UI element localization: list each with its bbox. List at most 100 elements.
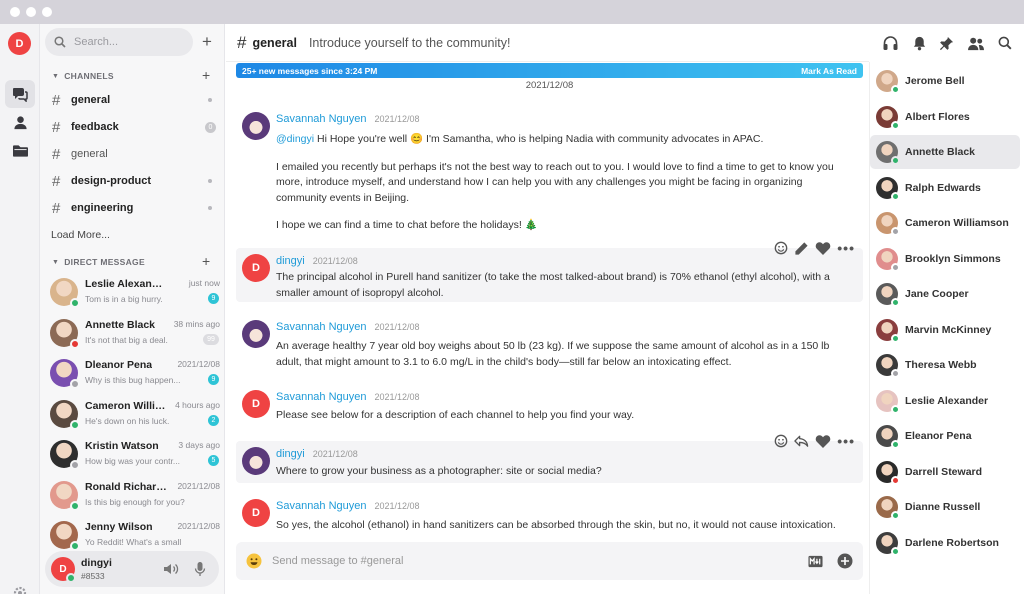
presence-status-dot [70, 500, 80, 511]
message-item[interactable]: Savannah Nguyen 2021/12/08 An average hea… [236, 314, 863, 372]
member-item[interactable]: Dianne Russell [870, 490, 1020, 524]
member-item[interactable]: Marvin McKinney [870, 313, 1020, 347]
settings-gear-icon[interactable] [12, 585, 28, 594]
emoji-reaction-icon[interactable] [774, 241, 788, 255]
sidebar-search[interactable] [45, 28, 193, 56]
heart-icon[interactable] [815, 434, 831, 449]
load-more-link[interactable]: Load More... [51, 229, 110, 241]
member-item[interactable]: Jane Cooper [870, 277, 1020, 311]
author-avatar[interactable]: D [242, 499, 270, 527]
folder-icon [12, 145, 28, 157]
member-item[interactable]: Darrell Steward [870, 455, 1020, 489]
member-item[interactable]: Leslie Alexander [870, 384, 1020, 418]
message-author[interactable]: Savannah Nguyen [276, 500, 367, 512]
member-name: Albert Flores [905, 110, 970, 123]
message-item[interactable]: D Savannah Nguyen 2021/12/08 So yes, the … [236, 493, 863, 537]
member-item[interactable]: Darlene Robertson [870, 526, 1020, 560]
author-avatar[interactable]: D [242, 390, 270, 418]
member-item[interactable]: Brooklyn Simmons [870, 242, 1020, 276]
bell-icon[interactable] [912, 35, 927, 51]
new-messages-banner: 25+ new messages since 3:24 PM Mark As R… [236, 63, 863, 78]
sidebar-channel-item[interactable]: # general [52, 144, 216, 164]
member-item[interactable]: Ralph Edwards [870, 171, 1020, 205]
more-options-icon[interactable]: ••• [837, 240, 855, 256]
mark-as-read-button[interactable]: Mark As Read [801, 66, 857, 76]
direct-message-item[interactable]: Annette Black 38 mins ago It's not that bi… [50, 316, 220, 352]
member-item[interactable]: Jerome Bell [870, 64, 1020, 98]
rail-chats-button[interactable] [5, 80, 35, 108]
channel-name: design-product [71, 175, 152, 187]
direct-message-item[interactable]: Cameron Williamson 4 hours ago He's down o… [50, 397, 220, 433]
sidebar-channel-item[interactable]: # engineering [52, 198, 216, 218]
member-item[interactable]: Cameron Williamson [870, 206, 1020, 240]
sidebar-channel-item[interactable]: # design-product [52, 171, 216, 191]
channel-title[interactable]: general [252, 36, 296, 50]
channels-section-header[interactable]: ▼ CHANNELS [52, 71, 114, 81]
member-name: Annette Black [905, 146, 976, 158]
window-close-dot[interactable] [10, 7, 20, 17]
rail-contacts-button[interactable] [5, 108, 35, 136]
rail-files-button[interactable] [5, 137, 35, 165]
message-author[interactable]: dingyi [276, 448, 305, 460]
microphone-icon[interactable] [194, 561, 206, 577]
message-item[interactable]: Savannah Nguyen 2021/12/08 @dingyi Hi Hop… [236, 106, 863, 236]
header-search-icon[interactable] [998, 36, 1012, 50]
author-avatar[interactable]: D [242, 254, 270, 282]
sidebar-channel-item[interactable]: # feedback 0 [52, 117, 216, 137]
direct-message-item[interactable]: Dleanor Pena 2021/12/08 Why is this bug ha… [50, 356, 220, 392]
collapse-caret-icon: ▼ [52, 72, 60, 80]
heart-icon[interactable] [815, 241, 831, 256]
window-maximize-dot[interactable] [42, 7, 52, 17]
message-item[interactable]: ••• dingyi 2021/12/08 Where to grow your … [236, 433, 863, 483]
member-avatar [876, 531, 900, 556]
user-mention[interactable]: @dingyi [276, 133, 314, 145]
headphones-icon[interactable] [882, 35, 899, 51]
direct-message-item[interactable]: Ronald Richards 2021/12/08 Is this big eno… [50, 478, 220, 514]
window-minimize-dot[interactable] [26, 7, 36, 17]
message-author[interactable]: dingyi [276, 255, 305, 267]
add-direct-message-button[interactable]: + [202, 254, 210, 268]
dm-section-header[interactable]: ▼ DIRECT MESSAGE [52, 257, 145, 267]
message-author[interactable]: Savannah Nguyen [276, 113, 367, 125]
message-input[interactable] [272, 555, 808, 567]
message-author[interactable]: Savannah Nguyen [276, 391, 367, 403]
workspace-logo[interactable]: D [8, 32, 31, 55]
author-avatar[interactable] [242, 112, 270, 140]
reply-icon[interactable] [794, 434, 809, 448]
unread-count-badge: 0 [205, 121, 216, 133]
author-avatar[interactable] [242, 320, 270, 348]
message-author-line: dingyi 2021/12/08 [276, 255, 358, 267]
member-item[interactable]: Theresa Webb [870, 348, 1020, 382]
member-item[interactable]: Annette Black [870, 135, 1020, 169]
message-text: Hi Hope you're well 😊 I'm Samantha, who … [314, 133, 764, 145]
author-avatar[interactable] [242, 447, 270, 475]
add-attachment-icon[interactable] [837, 553, 853, 569]
pin-icon[interactable] [939, 36, 954, 51]
search-input[interactable] [74, 36, 174, 48]
members-icon[interactable] [967, 36, 985, 51]
direct-message-item[interactable]: Jenny Wilson 2021/12/08 Yo Reddit! What's … [50, 518, 220, 554]
message-item[interactable]: ••• D dingyi 2021/12/08 The principal alc… [236, 240, 863, 302]
more-options-icon[interactable]: ••• [837, 433, 855, 449]
unread-count-badge: 9 [208, 374, 219, 385]
member-name: Dianne Russell [905, 501, 981, 513]
channel-name: general [71, 94, 111, 106]
emoji-picker-icon[interactable] [246, 553, 262, 569]
add-channel-button[interactable]: + [202, 68, 210, 82]
edit-pencil-icon[interactable] [794, 241, 809, 256]
member-avatar [876, 460, 900, 485]
message-author[interactable]: Savannah Nguyen [276, 321, 367, 333]
member-item[interactable]: Albert Flores [870, 100, 1020, 134]
member-avatar [876, 70, 900, 94]
member-item[interactable]: Eleanor Pena [870, 419, 1020, 453]
direct-message-item[interactable]: Kristin Watson 3 days ago How big was your… [50, 437, 220, 473]
sidebar-channel-item[interactable]: # general [52, 90, 216, 110]
new-conversation-button[interactable]: + [202, 33, 212, 50]
emoji-reaction-icon[interactable] [774, 434, 788, 448]
user-icon [13, 115, 27, 129]
current-user-bar[interactable]: D dingyi #8533 [45, 551, 219, 587]
markdown-icon[interactable] [808, 555, 823, 568]
speaker-icon[interactable] [163, 562, 179, 576]
message-item[interactable]: D Savannah Nguyen 2021/12/08 Please see b… [236, 384, 863, 428]
direct-message-item[interactable]: Leslie Alexander just now Tom is in a big … [50, 275, 220, 311]
